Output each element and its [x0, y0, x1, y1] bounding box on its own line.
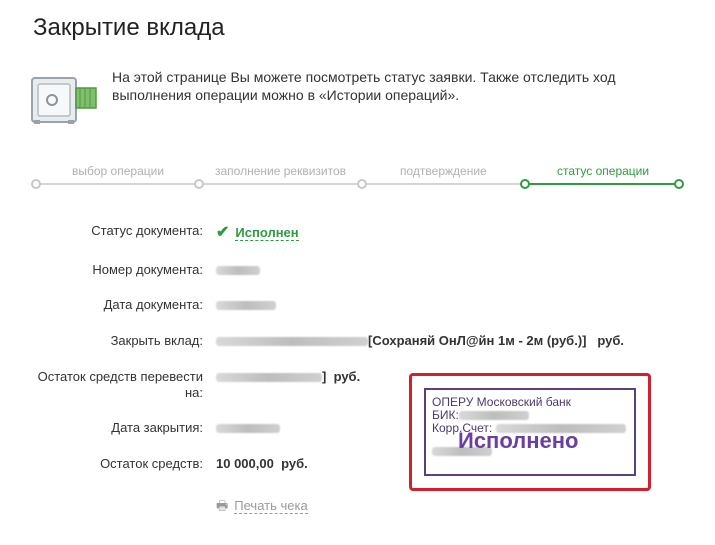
step-dot [357, 179, 367, 189]
printer-icon: 🖶 [216, 498, 229, 513]
page-title: Закрытие вклада [33, 14, 225, 41]
intro-text: На этой странице Вы можете посмотреть ст… [112, 69, 616, 103]
step-dot-end [674, 179, 684, 189]
close-deposit-label: Закрыть вклад: [110, 333, 203, 348]
transfer-currency: руб. [333, 369, 361, 384]
step-line [36, 183, 199, 185]
status-value: ✔ Исполнен [216, 222, 299, 242]
step-label-fill: заполнение реквизитов [215, 164, 347, 178]
step-line [199, 183, 362, 185]
status-label: Статус документа: [91, 223, 203, 238]
closing-date-value [216, 420, 280, 435]
step-label-select: выбор операции [72, 164, 165, 178]
status-text[interactable]: Исполнен [235, 225, 299, 241]
doc-date-label: Дата документа: [103, 297, 203, 312]
stamp-status: Исполнено [458, 428, 579, 453]
step-line-active [524, 183, 679, 185]
transfer-value: ] руб. [216, 369, 360, 384]
step-dot-active [520, 179, 530, 189]
check-icon: ✔ [216, 224, 230, 241]
close-deposit-value: [Сохраняй ОнЛ@йн 1м - 2м (руб.)] руб. [216, 333, 624, 348]
balance-value: 10 000,00 руб. [216, 456, 308, 471]
step-label-confirm: подтверждение [400, 164, 487, 178]
print-receipt-link[interactable]: 🖶 Печать чека [216, 497, 308, 519]
stamp-bank-name: ОПЕРУ Московский банк [432, 395, 571, 409]
transfer-label: Остаток средств перевести на: [37, 369, 203, 400]
doc-number-value [216, 262, 260, 277]
safe-icon [31, 77, 97, 124]
closing-date-label: Дата закрытия: [111, 420, 203, 435]
balance-label: Остаток средств: [100, 456, 203, 471]
step-dot [194, 179, 204, 189]
step-label-status: статус операции [557, 164, 650, 178]
progress-steps: выбор операции заполнение реквизитов под… [31, 160, 684, 200]
step-dot [31, 179, 41, 189]
step-line [362, 183, 524, 185]
deposit-name: [Сохраняй ОнЛ@йн 1м - 2м (руб.)] [368, 333, 587, 348]
doc-date-value [216, 297, 276, 312]
close-currency: руб. [597, 333, 624, 348]
bank-stamp: ОПЕРУ Московский банк БИК: Корр.Счет: Ис… [424, 388, 636, 476]
doc-number-label: Номер документа: [92, 262, 203, 277]
